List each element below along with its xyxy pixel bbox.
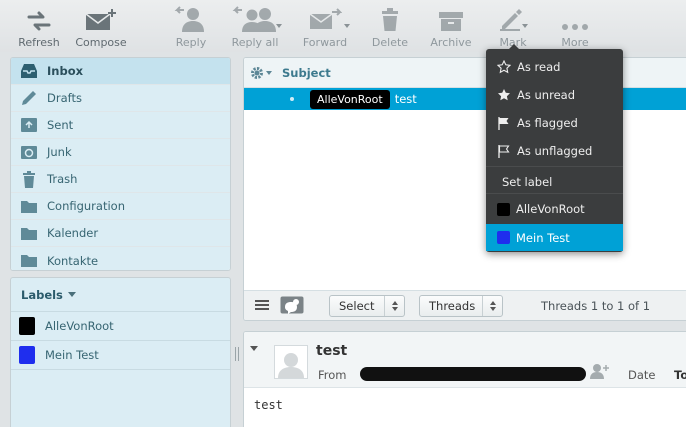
flag-filled-icon (496, 115, 512, 131)
folder-icon (19, 251, 39, 271)
more-button[interactable]: More (556, 0, 594, 52)
unread-status-icon (290, 97, 294, 101)
menu-item-set-label[interactable]: Set label (486, 168, 623, 195)
folder-junk[interactable]: Junk (11, 139, 230, 166)
mark-dropdown-icon[interactable] (522, 24, 528, 28)
folder-trash[interactable]: Trash (11, 166, 230, 193)
menu-pointer (508, 44, 520, 50)
preview-subject: test (316, 343, 348, 359)
archive-icon (438, 0, 464, 34)
thread-count: Threads 1 to 1 of 1 (541, 299, 651, 313)
sent-icon (19, 115, 39, 135)
list-view-toggle-icon[interactable] (254, 298, 270, 315)
labels-panel: Labels AlleVonRoot Mein Test (10, 277, 231, 427)
preview-header: test From Date To (244, 332, 686, 388)
menu-item-as-flagged[interactable]: As flagged (486, 109, 623, 137)
from-label: From (318, 368, 347, 382)
list-options-button[interactable] (250, 66, 278, 80)
flag-outline-icon (496, 143, 512, 159)
reply-icon (174, 0, 208, 34)
select-dropdown[interactable]: Select (329, 295, 405, 317)
to-label: To (674, 368, 686, 382)
redacted-sender (360, 367, 586, 381)
message-preview: test From Date To test (243, 331, 686, 427)
folder-icon (19, 223, 39, 243)
menu-divider (486, 166, 623, 167)
folder-icon (19, 196, 39, 216)
threads-spinner-icon (482, 296, 502, 316)
panel-resize-handle[interactable] (235, 347, 239, 361)
message-subject: test (394, 92, 417, 106)
star-filled-icon (496, 87, 512, 103)
folder-configuration[interactable]: Configuration (11, 193, 230, 220)
message-label-tag: AlleVonRoot (310, 89, 390, 109)
chevron-down-icon (67, 292, 76, 297)
delete-icon (380, 0, 400, 34)
collapse-headers-icon[interactable] (250, 346, 258, 351)
gear-icon (251, 66, 263, 79)
menu-item-label-allevonroot[interactable]: AlleVonRoot (486, 195, 623, 223)
menu-item-as-unflagged[interactable]: As unflagged (486, 137, 623, 165)
menu-item-label-mein-test[interactable]: Mein Test (486, 224, 623, 251)
folder-list: Inbox Drafts Sent Junk Trash Configurati… (10, 57, 231, 271)
folder-kalender[interactable]: Kalender (11, 220, 230, 247)
folder-kontakte[interactable]: Kontakte (11, 247, 230, 271)
refresh-icon (26, 0, 52, 34)
labels-header[interactable]: Labels (11, 278, 230, 312)
star-outline-icon (496, 59, 512, 75)
trash-icon (19, 169, 39, 189)
drafts-icon (19, 88, 39, 108)
label-color-swatch (19, 317, 35, 335)
refresh-button[interactable]: Refresh (18, 0, 60, 52)
message-body: test (254, 398, 283, 412)
inbox-icon (19, 61, 39, 81)
avatar (274, 345, 308, 379)
add-contact-icon[interactable] (590, 363, 610, 382)
menu-divider (486, 193, 623, 194)
select-spinner-icon (384, 296, 404, 316)
label-color-swatch (497, 202, 510, 216)
list-footer: Select Threads Threads 1 to 1 of 1 (244, 290, 686, 320)
menu-item-as-read[interactable]: As read (486, 53, 623, 81)
forward-button[interactable]: Forward (302, 0, 348, 52)
label-color-swatch (19, 346, 35, 364)
reply-all-icon (232, 0, 278, 34)
reply-all-button[interactable]: Reply all (227, 0, 283, 52)
label-color-swatch (497, 231, 510, 244)
label-item-mein-test[interactable]: Mein Test (11, 341, 230, 370)
folder-drafts[interactable]: Drafts (11, 85, 230, 112)
compose-button[interactable]: Compose (75, 0, 127, 52)
reply-button[interactable]: Reply (172, 0, 210, 52)
folder-inbox[interactable]: Inbox (11, 58, 230, 85)
menu-item-as-unread[interactable]: As unread (486, 81, 623, 109)
delete-button[interactable]: Delete (371, 0, 409, 52)
toolbar: Refresh Compose Reply Reply all Forward … (0, 0, 686, 52)
label-item-allevonroot[interactable]: AlleVonRoot (11, 312, 230, 341)
forward-icon (308, 0, 342, 34)
forward-dropdown-icon[interactable] (344, 24, 350, 28)
date-label: Date (628, 368, 656, 382)
junk-icon (19, 142, 39, 162)
compose-icon (84, 0, 118, 34)
mark-icon (498, 0, 528, 34)
threads-dropdown[interactable]: Threads (419, 295, 503, 317)
threads-view-toggle-icon[interactable] (280, 296, 304, 317)
archive-button[interactable]: Archive (430, 0, 472, 52)
folder-sent[interactable]: Sent (11, 112, 230, 139)
column-header-subject[interactable]: Subject (282, 66, 331, 80)
mark-menu: As read As unread As flagged As unflagge… (486, 44, 623, 252)
more-icon (560, 0, 590, 34)
reply-all-dropdown-icon[interactable] (276, 24, 282, 28)
